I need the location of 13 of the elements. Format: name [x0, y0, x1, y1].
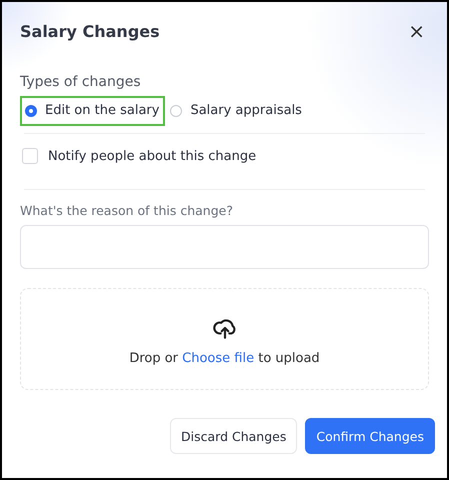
field-label: What's the reason of this change? — [20, 203, 234, 218]
notify-checkbox[interactable]: Notify people about this change — [22, 148, 256, 164]
discard-button[interactable]: Discard Changes — [170, 418, 298, 454]
close-button[interactable]: × — [404, 19, 429, 43]
upload-area[interactable]: Drop or Choose file to upload — [20, 288, 429, 390]
section-label: Types of changes — [20, 74, 142, 90]
radio-option[interactable]: Salary appraisals — [165, 96, 308, 126]
reason-field[interactable] — [20, 225, 429, 269]
dialog-title: Salary Changes — [20, 22, 160, 40]
upload-text: Drop or Choose file to upload — [129, 350, 320, 366]
radio-option[interactable]: Edit on the salary — [20, 96, 166, 126]
choose-file-link[interactable]: Choose file — [182, 350, 254, 366]
confirm-button[interactable]: Confirm Changes — [305, 418, 435, 454]
